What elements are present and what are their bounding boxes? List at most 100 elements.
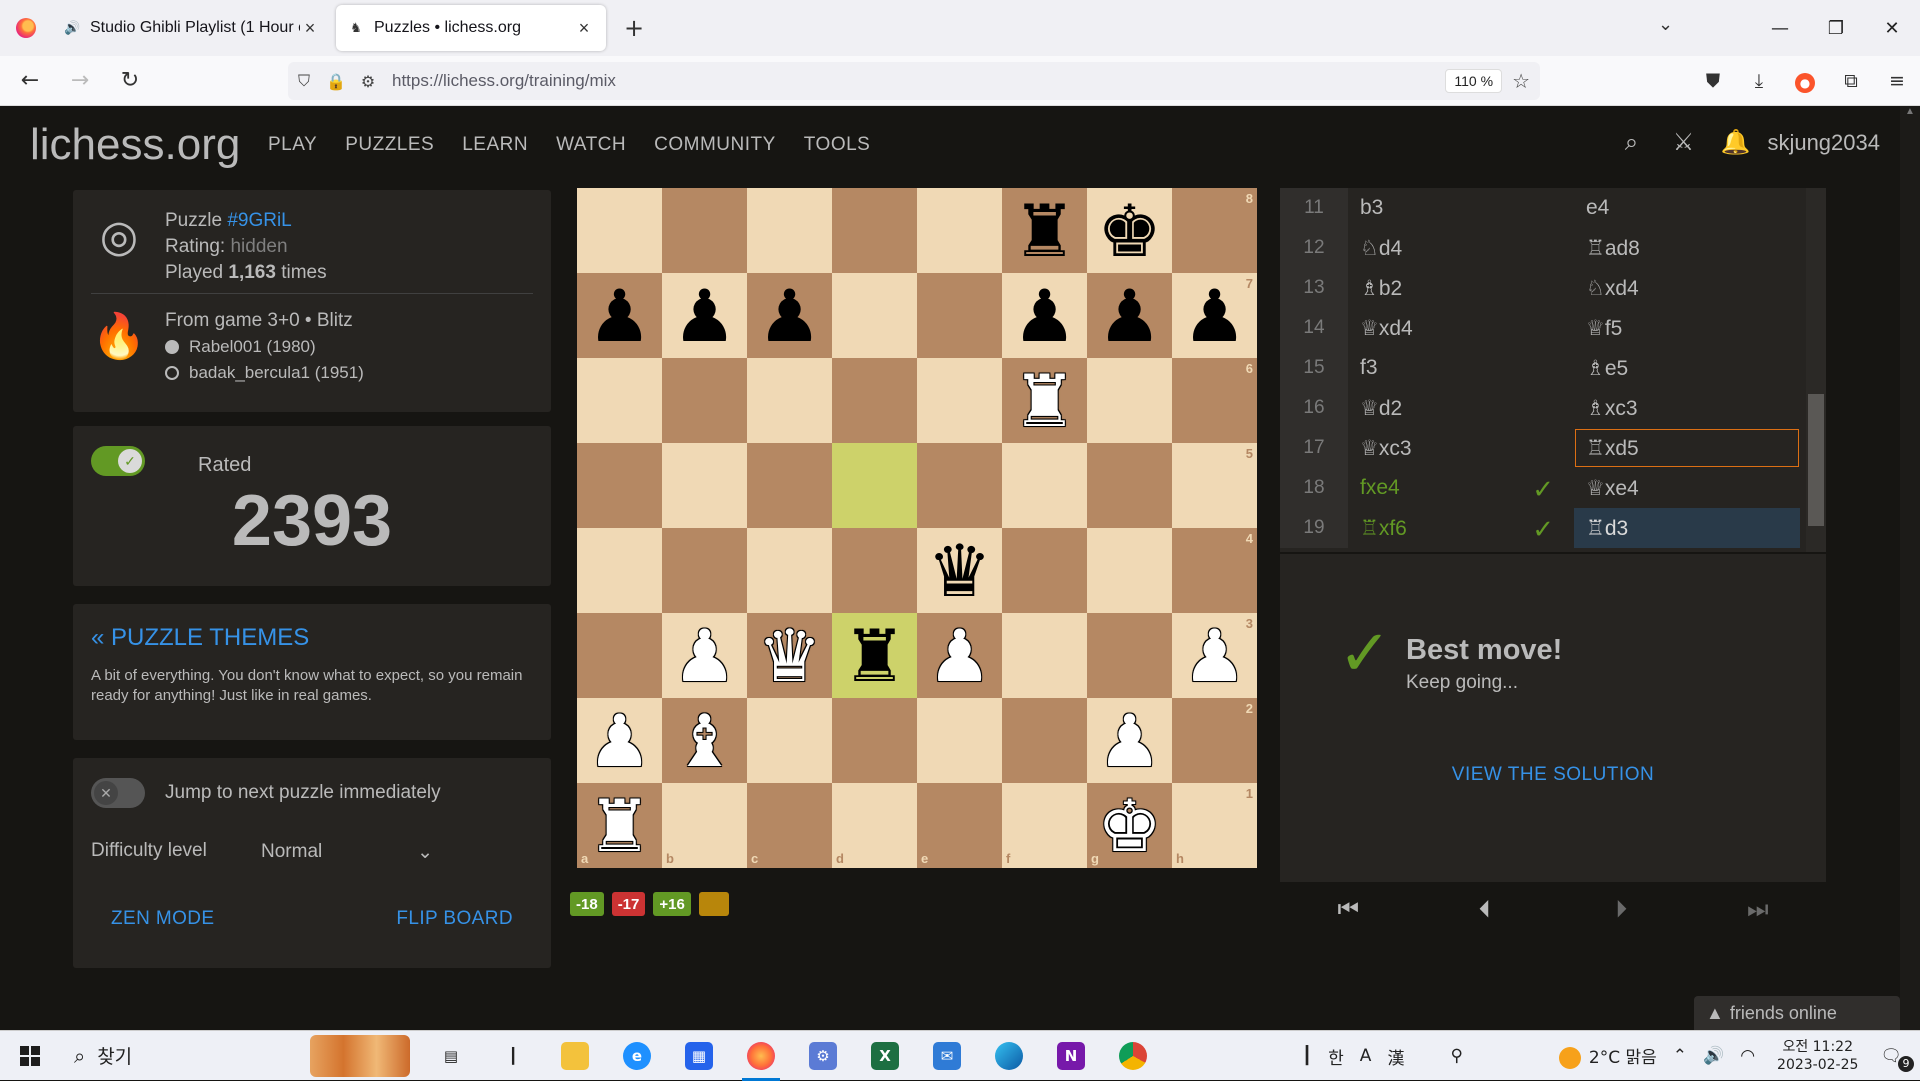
square-a2[interactable]: ♟ [577,698,662,783]
square-b4[interactable] [662,528,747,613]
square-g6[interactable] [1087,358,1172,443]
move-white[interactable]: ♕xc3 [1348,428,1574,468]
bookmark-star-icon[interactable]: ☆ [1512,69,1530,93]
black-pawn-b7[interactable]: ♟ [672,280,737,352]
square-h3[interactable]: ♟ 3 [1172,613,1257,698]
square-g8[interactable]: ♚ [1087,188,1172,273]
new-tab-button[interactable]: + [614,5,654,51]
square-e2[interactable] [917,698,1002,783]
file-explorer-button[interactable] [544,1031,606,1081]
move-white[interactable]: ♕xd4 [1348,308,1574,348]
user-menu[interactable]: skjung2034 [1767,130,1880,156]
speaker-icon[interactable]: 🔊 [64,20,80,36]
start-button[interactable] [0,1031,60,1081]
square-c6[interactable] [747,358,832,443]
scroll-up-arrow-icon[interactable]: ▲ [1900,106,1920,117]
square-h6[interactable]: 6 [1172,358,1257,443]
pocket-icon[interactable]: ⛊ [1690,70,1736,92]
nav-puzzles[interactable]: PUZZLES [345,134,434,156]
square-b6[interactable] [662,358,747,443]
excel-button[interactable]: X [854,1031,916,1081]
square-d3[interactable]: ♜ [832,613,917,698]
square-a3[interactable] [577,613,662,698]
weather-widget[interactable]: 2°C 맑음 [1551,1043,1665,1069]
white-player[interactable]: Rabel001 (1980) [165,334,364,360]
square-b8[interactable] [662,188,747,273]
difficulty-select[interactable]: Normal ⌄ [249,832,445,872]
square-e8[interactable] [917,188,1002,273]
permissions-icon[interactable]: ⚙ [352,72,384,91]
rated-toggle[interactable]: ✓ [91,446,145,476]
move-black[interactable]: ♗xc3 [1574,388,1800,428]
white-queen-c3[interactable]: ♛ [757,620,822,692]
square-a1[interactable]: ♜ a [577,783,662,868]
square-a8[interactable] [577,188,662,273]
white-rook-a1[interactable]: ♜ [587,790,652,862]
black-queen-e4[interactable]: ♛ [927,535,992,607]
rating-diff-badge[interactable]: -18 [570,892,604,916]
move-black[interactable]: ♖xd5 [1574,428,1800,468]
square-d4[interactable] [832,528,917,613]
move-white[interactable]: ♕d2 [1348,388,1574,428]
nav-play[interactable]: PLAY [268,134,317,156]
rating-diff-badge[interactable]: +16 [653,892,691,916]
square-c2[interactable] [747,698,832,783]
forward-button[interactable]: → [60,61,100,101]
prev-move-icon[interactable]: ⏴ [1455,896,1515,924]
volume-icon[interactable]: 🔊 [1695,1046,1732,1066]
square-b5[interactable] [662,443,747,528]
move-white[interactable]: b3 [1348,188,1574,228]
square-b2[interactable]: ♝ [662,698,747,783]
move-black[interactable]: ♕f5 [1574,308,1800,348]
black-pawn-c7[interactable]: ♟ [757,280,822,352]
taskbar-search[interactable]: ⌕ 찾기 [60,1031,420,1081]
square-e1[interactable]: e [917,783,1002,868]
view-solution-button[interactable]: VIEW THE SOLUTION [1280,764,1826,786]
white-rook-f6[interactable]: ♜ [1012,365,1077,437]
square-g3[interactable] [1087,613,1172,698]
move-black[interactable]: ♘xd4 [1574,268,1800,308]
square-b3[interactable]: ♟ [662,613,747,698]
restore-button[interactable]: ❐ [1808,18,1864,39]
square-e4[interactable]: ♛ [917,528,1002,613]
store-button[interactable]: ▦ [668,1031,730,1081]
people-icon[interactable]: ⚲ [1442,1046,1470,1066]
widgets-button[interactable]: ┃ [482,1031,544,1081]
square-h8[interactable]: 8 [1172,188,1257,273]
square-h1[interactable]: 1h [1172,783,1257,868]
square-c5[interactable] [747,443,832,528]
rating-diff-badge[interactable]: -17 [611,892,646,916]
reload-button[interactable]: ↻ [110,61,150,101]
square-f6[interactable]: ♜ [1002,358,1087,443]
ie-button[interactable]: e [606,1031,668,1081]
extension-brave-icon[interactable]: ● [1782,70,1828,93]
first-move-icon[interactable]: ⏮ [1318,896,1378,924]
square-b7[interactable]: ♟ [662,273,747,358]
square-c7[interactable]: ♟ [747,273,832,358]
square-h5[interactable]: 5 [1172,443,1257,528]
task-view-button[interactable]: ▤ [420,1031,482,1081]
page-scrollbar[interactable]: ▲ [1900,106,1920,1030]
square-g4[interactable] [1087,528,1172,613]
square-c3[interactable]: ♛ [747,613,832,698]
mail-button[interactable]: ✉ [916,1031,978,1081]
chrome-button[interactable] [1102,1031,1164,1081]
url-bar[interactable]: ⛉ 🔒 ⚙ https://lichess.org/training/mix 1… [288,62,1540,100]
close-window-button[interactable]: ✕ [1864,18,1920,39]
wifi-icon[interactable]: ◠ [1732,1046,1763,1066]
game-link[interactable]: From game 3+0 • Blitz [165,308,364,334]
square-b1[interactable]: b [662,783,747,868]
square-g7[interactable]: ♟ [1087,273,1172,358]
black-player-name[interactable]: badak_bercula1 (1951) [189,360,364,386]
nav-learn[interactable]: LEARN [462,134,528,156]
notification-center[interactable]: 🗨 9 [1872,1046,1920,1072]
white-king-g1[interactable]: ♚ [1097,790,1162,862]
square-d1[interactable]: d [832,783,917,868]
square-e7[interactable] [917,273,1002,358]
last-move-icon[interactable]: ⏭ [1728,896,1788,924]
move-black[interactable]: ♖d3 [1574,508,1800,548]
square-f3[interactable] [1002,613,1087,698]
square-h2[interactable]: 2 [1172,698,1257,783]
white-bishop-b2[interactable]: ♝ [672,705,737,777]
black-rook-f8[interactable]: ♜ [1012,195,1077,267]
